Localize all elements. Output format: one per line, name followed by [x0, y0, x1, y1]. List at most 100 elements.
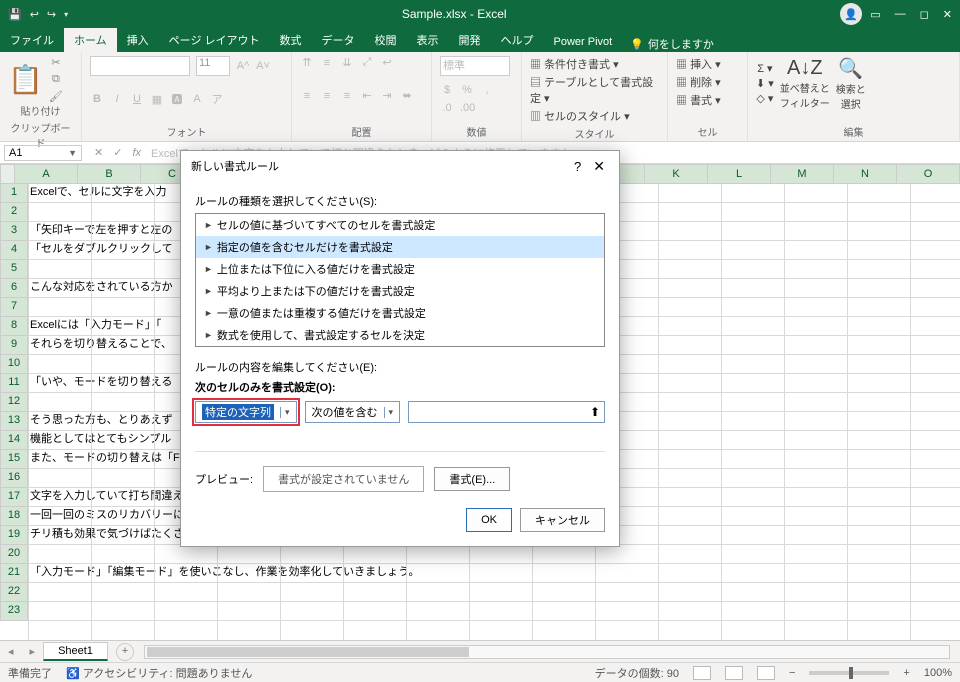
wrap-text-icon[interactable]: ↩	[380, 56, 394, 69]
tab-view[interactable]: 表示	[407, 28, 449, 52]
column-header[interactable]: O	[897, 164, 960, 184]
row-header[interactable]: 23	[0, 602, 28, 621]
close-icon[interactable]: ✕	[943, 8, 952, 21]
row-header[interactable]: 3	[0, 222, 28, 241]
format-as-table-button[interactable]: ▤ テーブルとして書式設定 ▾	[530, 74, 659, 106]
row-header[interactable]: 12	[0, 393, 28, 412]
rule-type-item[interactable]: ►上位または下位に入る値だけを書式設定	[196, 258, 604, 280]
shrink-font-icon[interactable]: A˅	[256, 60, 270, 72]
phonetic-icon[interactable]: ア	[210, 91, 224, 107]
tab-developer[interactable]: 開発	[449, 28, 491, 52]
row-header[interactable]: 20	[0, 545, 28, 564]
insert-cells-button[interactable]: ▦ 挿入 ▾	[676, 56, 739, 72]
copy-icon[interactable]: ⧉	[49, 73, 63, 86]
font-size-combo[interactable]: 11	[196, 56, 230, 76]
format-button[interactable]: 書式(E)...	[434, 467, 510, 491]
horizontal-scrollbar[interactable]	[144, 645, 950, 659]
enter-formula-icon[interactable]: ✓	[113, 146, 122, 159]
align-right-icon[interactable]: ≡	[340, 90, 354, 102]
view-normal-icon[interactable]	[693, 666, 711, 680]
orientation-icon[interactable]: ⤢	[360, 56, 374, 69]
number-format-combo[interactable]: 標準	[440, 56, 510, 76]
cell-content[interactable]	[28, 602, 960, 621]
align-bottom-icon[interactable]: ⇊	[340, 56, 354, 69]
sheet-tab[interactable]: Sheet1	[43, 642, 108, 661]
percent-icon[interactable]: %	[460, 84, 474, 96]
paste-icon[interactable]: 📋	[8, 63, 43, 96]
view-pagebreak-icon[interactable]	[757, 666, 775, 680]
dialog-close-icon[interactable]: ✕	[589, 158, 609, 175]
column-header[interactable]: N	[834, 164, 897, 184]
sheet-nav-next-icon[interactable]: ▸	[22, 645, 44, 658]
dec-decimal-icon[interactable]: .00	[460, 102, 475, 114]
column-header[interactable]: A	[15, 164, 78, 184]
row-header[interactable]: 8	[0, 317, 28, 336]
align-top-icon[interactable]: ⇈	[300, 56, 314, 69]
row-header[interactable]: 14	[0, 431, 28, 450]
tab-page-layout[interactable]: ページ レイアウト	[159, 28, 270, 52]
scrollbar-thumb[interactable]	[147, 647, 469, 657]
cell-content[interactable]	[28, 545, 960, 564]
grow-font-icon[interactable]: A^	[236, 60, 250, 72]
cut-icon[interactable]: ✂	[49, 56, 63, 69]
select-all-triangle[interactable]	[0, 164, 15, 184]
account-avatar-icon[interactable]: 👤	[840, 3, 862, 25]
align-center-icon[interactable]: ≡	[320, 90, 334, 102]
sort-filter-button[interactable]: A↓Z 並べ替えと フィルター	[780, 57, 830, 110]
zoom-out-icon[interactable]: −	[789, 667, 795, 679]
conditional-format-button[interactable]: ▦ 条件付き書式 ▾	[530, 56, 659, 72]
row-header[interactable]: 9	[0, 336, 28, 355]
maximize-icon[interactable]: ◻	[920, 8, 929, 21]
row-header[interactable]: 11	[0, 374, 28, 393]
font-color-icon[interactable]: A	[190, 93, 204, 105]
row-header[interactable]: 15	[0, 450, 28, 469]
clear-icon[interactable]: ◇ ▾	[756, 92, 774, 105]
cell-content[interactable]: 「入力モード」「編集モード」を使いこなし、作業を効率化していきましょう。	[28, 564, 960, 583]
row-header[interactable]: 18	[0, 507, 28, 526]
fill-color-icon[interactable]: 🅰	[170, 91, 184, 107]
row-header[interactable]: 13	[0, 412, 28, 431]
qat-dropdown-icon[interactable]: ▾	[64, 10, 68, 19]
tab-file[interactable]: ファイル	[0, 28, 64, 52]
tab-review[interactable]: 校閲	[365, 28, 407, 52]
row-header[interactable]: 1	[0, 184, 28, 203]
rule-type-item[interactable]: ►セルの値に基づいてすべてのセルを書式設定	[196, 214, 604, 236]
zoom-in-icon[interactable]: +	[903, 667, 909, 679]
align-left-icon[interactable]: ≡	[300, 90, 314, 102]
rule-type-item[interactable]: ►平均より上または下の値だけを書式設定	[196, 280, 604, 302]
zoom-slider[interactable]	[809, 671, 889, 675]
row-header[interactable]: 6	[0, 279, 28, 298]
inc-decimal-icon[interactable]: .0	[440, 102, 454, 114]
new-sheet-button[interactable]: +	[116, 643, 134, 661]
fill-icon[interactable]: ⬇ ▾	[756, 77, 774, 90]
italic-button[interactable]: I	[110, 93, 124, 105]
tab-help[interactable]: ヘルプ	[491, 28, 544, 52]
bold-button[interactable]: B	[90, 93, 104, 105]
tab-powerpivot[interactable]: Power Pivot	[544, 32, 623, 52]
cell-styles-button[interactable]: ▥ セルのスタイル ▾	[530, 108, 659, 124]
ok-button[interactable]: OK	[466, 508, 512, 532]
cancel-formula-icon[interactable]: ✕	[94, 146, 103, 159]
redo-icon[interactable]: ↪	[47, 8, 56, 21]
rule-type-list[interactable]: ►セルの値に基づいてすべてのセルを書式設定►指定の値を含むセルだけを書式設定►上…	[195, 213, 605, 347]
row-header[interactable]: 5	[0, 260, 28, 279]
dialog-help-icon[interactable]: ?	[566, 159, 589, 174]
indent-inc-icon[interactable]: ⇥	[380, 89, 394, 102]
underline-button[interactable]: U	[130, 93, 144, 105]
autosum-icon[interactable]: Σ ▾	[756, 62, 774, 75]
rule-type-item[interactable]: ►一意の値または重複する値だけを書式設定	[196, 302, 604, 324]
cancel-button[interactable]: キャンセル	[520, 508, 605, 532]
tab-formulas[interactable]: 数式	[270, 28, 312, 52]
column-header[interactable]: M	[771, 164, 834, 184]
comparison-combo[interactable]: 次の値を含む▾	[305, 401, 401, 423]
column-header[interactable]: B	[78, 164, 141, 184]
row-header[interactable]: 17	[0, 488, 28, 507]
comma-icon[interactable]: ,	[480, 84, 494, 96]
minimize-icon[interactable]: —	[895, 8, 906, 20]
rule-type-item[interactable]: ►指定の値を含むセルだけを書式設定	[196, 236, 604, 258]
name-box[interactable]: A1▼	[4, 145, 82, 161]
tab-data[interactable]: データ	[312, 28, 365, 52]
row-header[interactable]: 21	[0, 564, 28, 583]
column-header[interactable]: L	[708, 164, 771, 184]
ribbon-options-icon[interactable]: ▭	[870, 8, 880, 21]
